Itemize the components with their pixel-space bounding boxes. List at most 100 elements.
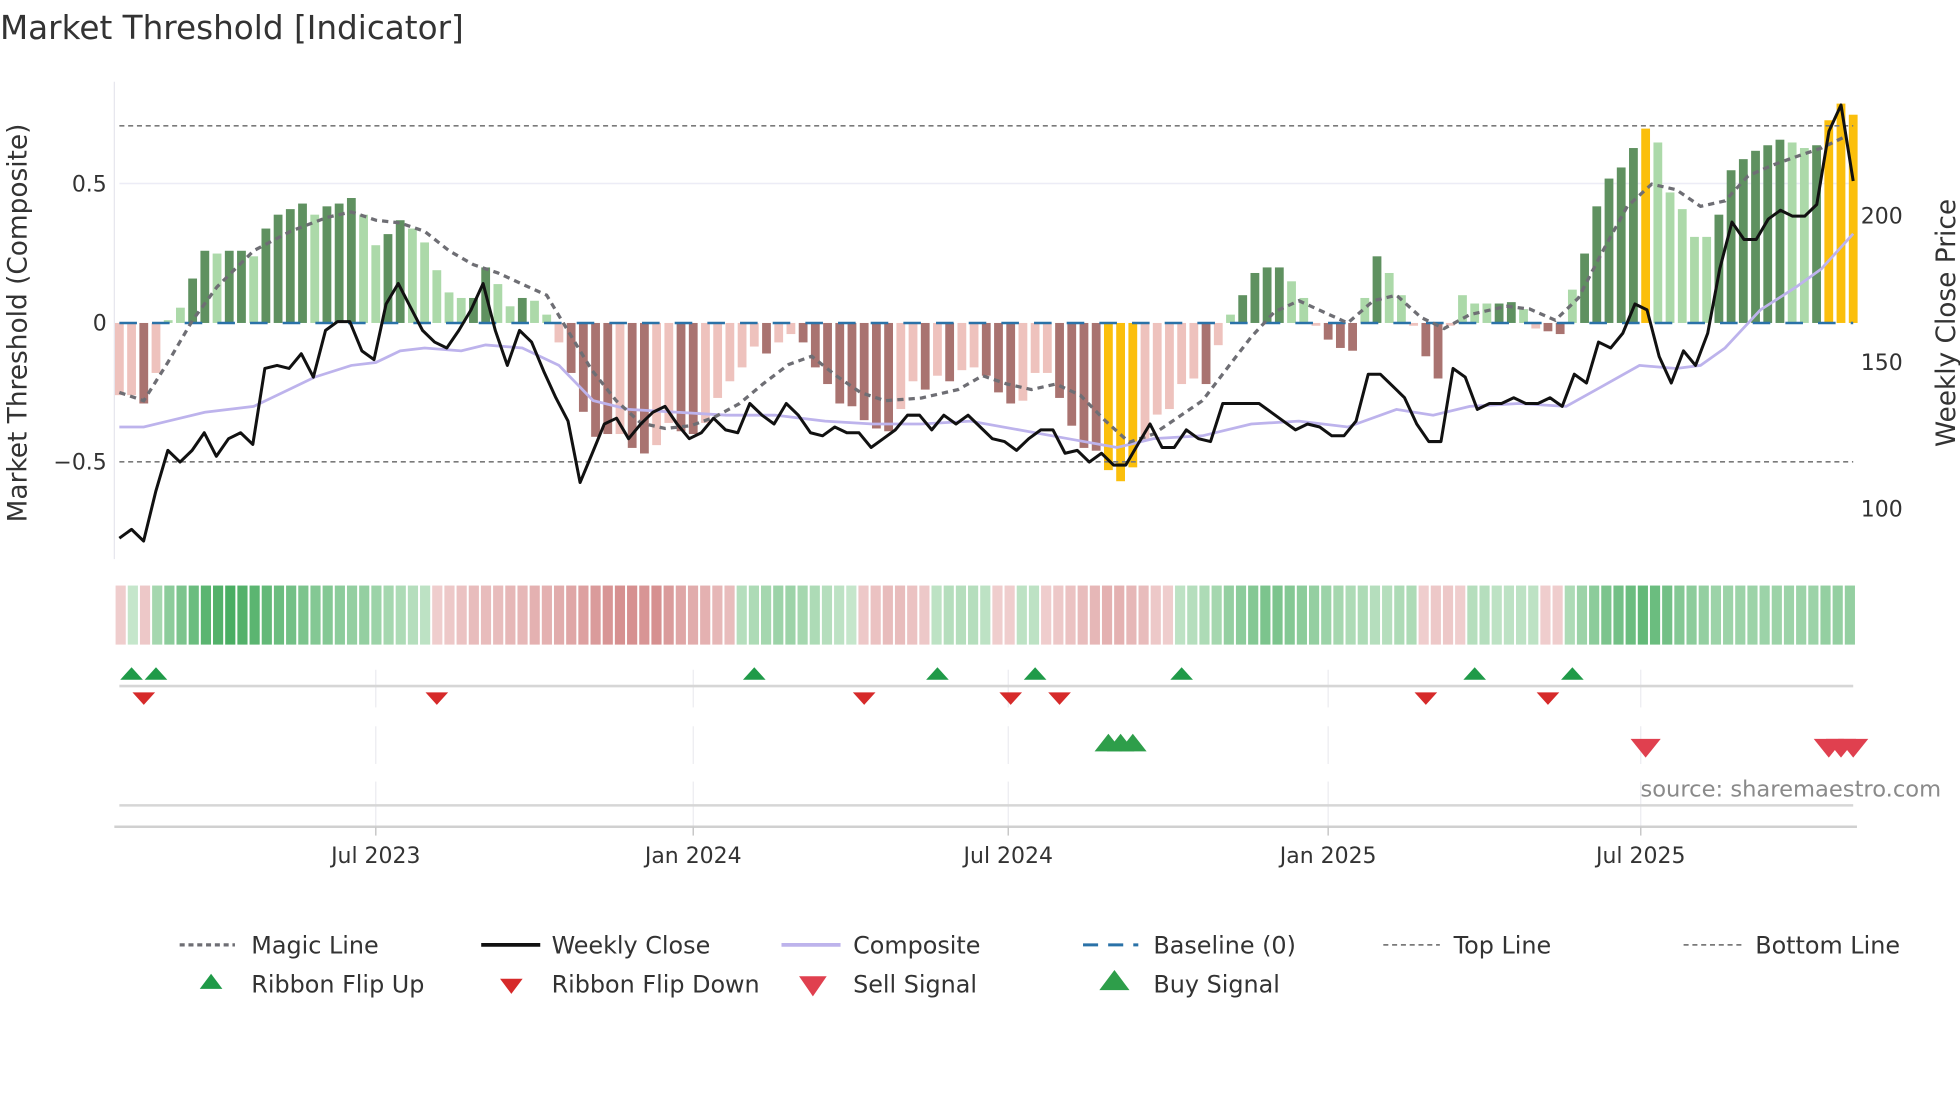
ribbon-cell (1333, 585, 1344, 645)
ribbon-cell (1284, 585, 1295, 645)
ribbon-cell (1248, 585, 1259, 645)
ribbon-cell (468, 585, 479, 645)
ribbon-flip-down-marker (852, 692, 876, 705)
ribbon-cell (1479, 585, 1490, 645)
ribbon-cell (1674, 585, 1685, 645)
ribbon-cell (493, 585, 504, 645)
ribbon-cell (176, 585, 187, 645)
composite-bar (1836, 103, 1846, 323)
composite-bar (493, 284, 503, 323)
composite-bar (1189, 322, 1199, 379)
ribbon-cell (1321, 585, 1332, 645)
composite-bar (420, 242, 430, 323)
ribbon-cell (639, 585, 650, 645)
composite-bar (505, 306, 515, 323)
ribbon-cell (858, 585, 869, 645)
ribbon-cell (1199, 585, 1210, 645)
composite-bar (1653, 142, 1663, 323)
composite-bar (1067, 322, 1077, 426)
ribbon-cell (724, 585, 735, 645)
ribbon-cell (1820, 585, 1831, 645)
composite-bar (1677, 209, 1687, 323)
x-ticks: Jul 2023 Jan 2024 Jul 2024 Jan 2025 Jul 2025 (329, 826, 1685, 869)
x-tick-label: Jul 2025 (1594, 844, 1685, 869)
right-y-tick-label: 150 (1861, 351, 1903, 376)
source-credit: source: sharemaestro.com (1640, 777, 1941, 803)
ribbon-cell (188, 585, 199, 645)
composite-bar (127, 322, 136, 396)
ribbon-flip-down-icon (500, 978, 523, 994)
ribbon-cell (115, 585, 126, 645)
ribbon-cell (261, 585, 272, 645)
ribbon-flip-up-marker (1023, 667, 1047, 680)
composite-bar (1629, 148, 1638, 323)
composite-bar (713, 322, 723, 398)
right-y-tick-label: 100 (1861, 497, 1903, 522)
ribbon-cell (1138, 585, 1149, 645)
composite-bar (1482, 303, 1492, 323)
composite-bar (1165, 322, 1174, 410)
composite-bar (1201, 322, 1211, 385)
ribbon-flip-up-marker (144, 667, 168, 680)
composite-bar (896, 322, 906, 410)
composite-bar (517, 297, 527, 323)
ribbon-cell (602, 585, 613, 645)
ribbon-cell (1467, 585, 1478, 645)
ribbon-cell (152, 585, 163, 645)
ribbon-cell (1747, 585, 1758, 645)
ribbon-cell (627, 585, 638, 645)
legend-sell-signal: Sell Signal (853, 971, 977, 999)
composite-bar (139, 322, 149, 404)
composite-bar (1799, 148, 1809, 323)
ribbon-cell (1808, 585, 1819, 645)
ribbon-cell (1771, 585, 1782, 645)
ribbon-flip-up-icon (199, 973, 223, 989)
legend-ribbon-flip-up: Ribbon Flip Up (251, 971, 424, 999)
composite-bar (725, 322, 735, 382)
ribbon-cell (505, 585, 516, 645)
ribbon-cell (480, 585, 492, 645)
ribbon-cell (322, 585, 333, 645)
composite-bar (151, 322, 161, 373)
composite-bar (530, 300, 539, 323)
composite-bar (322, 206, 332, 323)
ribbon-cell (1844, 585, 1855, 645)
legend-composite: Composite (853, 932, 980, 960)
ribbon-cell (225, 585, 236, 645)
composite-bar (1604, 178, 1614, 323)
ribbon-cell (444, 585, 455, 645)
trend-ribbon (115, 585, 1855, 645)
ribbon-cell (1552, 585, 1563, 645)
composite-bar (639, 322, 649, 454)
composite-bar (298, 203, 307, 323)
ribbon-cell (736, 585, 747, 645)
x-tick-label: Jan 2024 (643, 844, 742, 869)
ribbon-cell (919, 585, 930, 645)
composite-bar (334, 203, 344, 323)
buy-signal-icon (1099, 970, 1130, 991)
ribbon-cell (1101, 585, 1113, 645)
ribbon-cell (334, 585, 345, 645)
composite-bar (835, 322, 845, 404)
ribbon-cell (1272, 585, 1283, 645)
composite-bar (1274, 267, 1284, 323)
ribbon-flip-down-marker (1048, 692, 1071, 705)
ribbon-flip-up-marker (120, 667, 143, 680)
composite-bar (1250, 272, 1260, 323)
ribbon-cell (249, 585, 260, 645)
sell-signal-icon (799, 976, 827, 997)
ribbon-cell (395, 585, 406, 645)
ribbon-cell (1418, 585, 1429, 645)
ribbon-cell (748, 585, 759, 645)
legend-baseline: Baseline (0) (1153, 932, 1296, 960)
ribbon-cell (1625, 585, 1636, 645)
composite-bar (701, 322, 710, 423)
composite-bar (1519, 309, 1528, 323)
ribbon-cell (200, 585, 211, 645)
legend-magic-line: Magic Line (251, 932, 378, 960)
ribbon-cell (712, 585, 723, 645)
ribbon-cell (1041, 585, 1052, 645)
ribbon-cell (651, 585, 662, 645)
composite-bar (114, 322, 124, 396)
ribbon-cell (1430, 585, 1441, 645)
